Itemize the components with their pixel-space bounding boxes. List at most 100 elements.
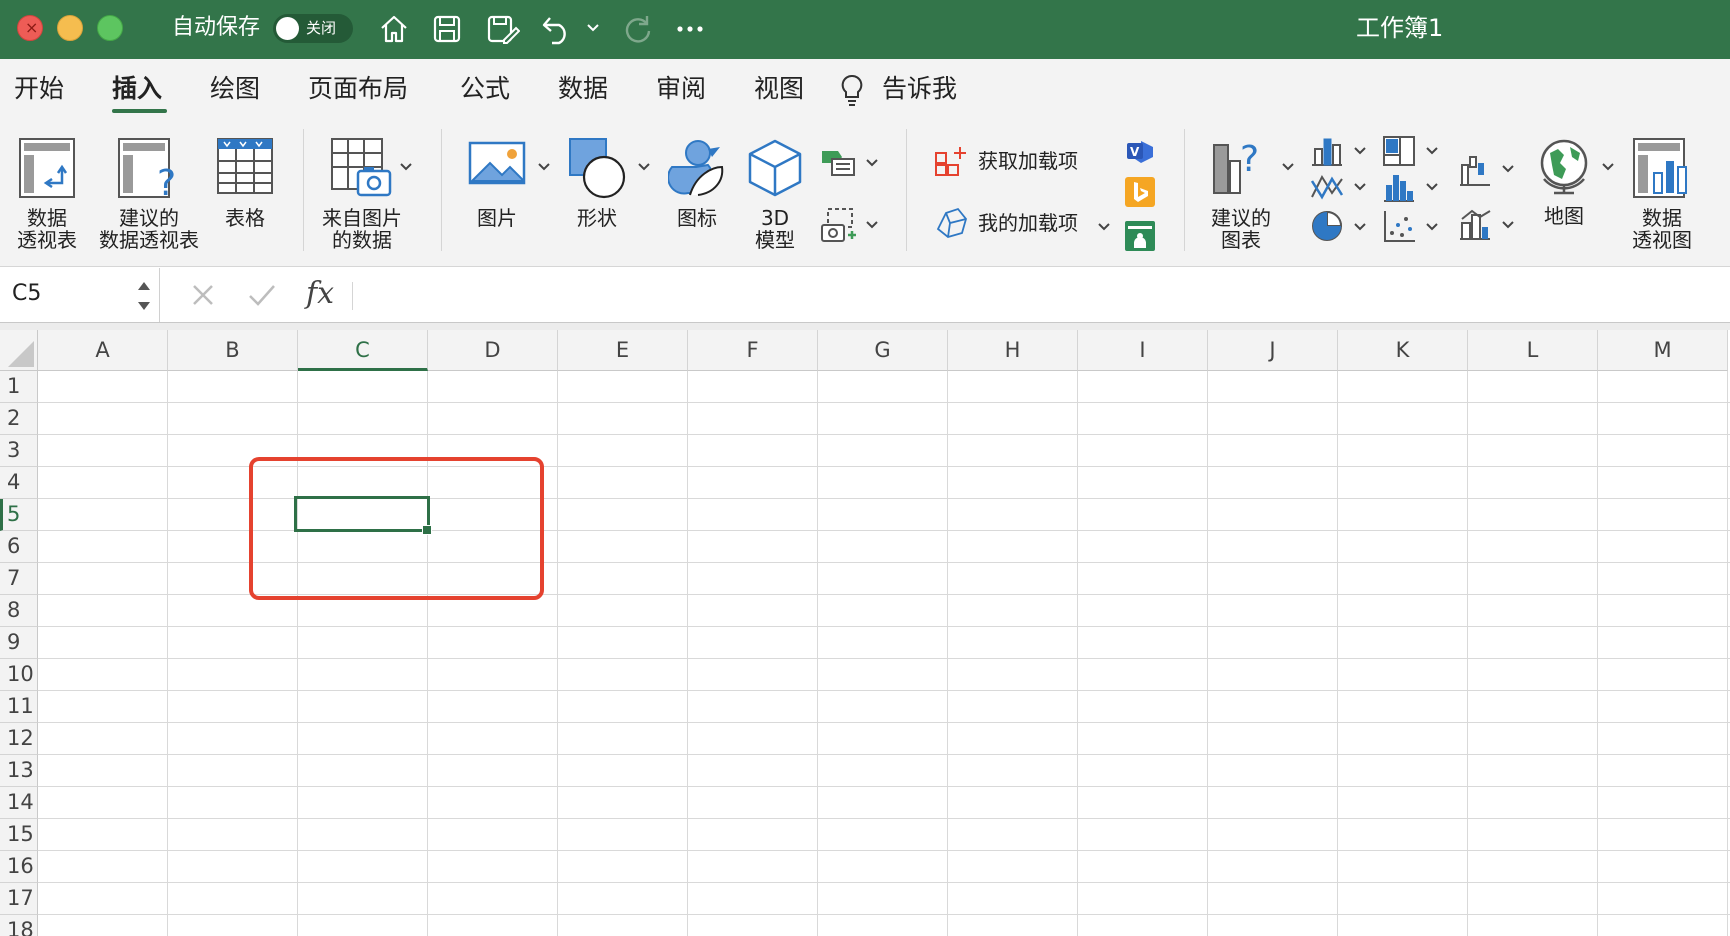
pivot-chart-button[interactable]: 数据 透视图: [1632, 137, 1692, 255]
icons-button[interactable]: 图标: [668, 137, 726, 255]
map-chevron-icon[interactable]: [1600, 159, 1616, 175]
undo-dropdown-chevron-icon[interactable]: [585, 20, 601, 36]
tab-formulas[interactable]: 公式: [460, 73, 510, 105]
tab-insert[interactable]: 插入: [112, 73, 162, 105]
pictures-chevron-icon[interactable]: [536, 159, 552, 175]
shapes-button[interactable]: 形状: [568, 137, 626, 255]
cell-area[interactable]: [38, 371, 1730, 936]
people-graph-button[interactable]: [1125, 221, 1155, 251]
pie-chart-chevron-icon[interactable]: [1352, 219, 1368, 235]
statistic-chart-chevron-icon[interactable]: [1424, 179, 1440, 195]
pivot-table-button[interactable]: 数据 透视表: [17, 137, 77, 255]
column-header-k[interactable]: K: [1338, 330, 1468, 371]
save-icon[interactable]: [430, 12, 464, 46]
row-header-13[interactable]: 13: [0, 755, 38, 787]
line-chart-button[interactable]: [1310, 171, 1344, 203]
column-header-d[interactable]: D: [428, 330, 558, 371]
column-chart-chevron-icon[interactable]: [1352, 143, 1368, 159]
pictures-button[interactable]: 图片: [468, 141, 526, 255]
row-header-18[interactable]: 18: [0, 915, 38, 936]
recommended-pivot-button[interactable]: ? 建议的 数据透视表: [99, 137, 199, 255]
recommended-charts-button[interactable]: ? 建议的 图表: [1210, 137, 1272, 255]
undo-icon[interactable]: [540, 12, 574, 46]
tab-data[interactable]: 数据: [558, 73, 608, 105]
hierarchy-chart-chevron-icon[interactable]: [1424, 143, 1440, 159]
row-header-1[interactable]: 1: [0, 371, 38, 403]
my-addins-button[interactable]: 我的加载项: [934, 207, 1109, 241]
3d-models-button[interactable]: 3D 模型: [746, 137, 804, 255]
column-chart-button[interactable]: [1310, 135, 1344, 167]
row-header-7[interactable]: 7: [0, 563, 38, 595]
screenshot-chevron-icon[interactable]: [864, 217, 880, 233]
tab-page-layout[interactable]: 页面布局: [308, 73, 408, 105]
column-header-h[interactable]: H: [948, 330, 1078, 371]
scatter-chart-chevron-icon[interactable]: [1424, 219, 1440, 235]
tab-home[interactable]: 开始: [14, 73, 64, 105]
select-all-button[interactable]: [0, 330, 38, 371]
row-header-10[interactable]: 10: [0, 659, 38, 691]
column-header-j[interactable]: J: [1208, 330, 1338, 371]
row-header-15[interactable]: 15: [0, 819, 38, 851]
row-header-3[interactable]: 3: [0, 435, 38, 467]
scatter-chart-button[interactable]: [1382, 209, 1416, 243]
tab-draw[interactable]: 绘图: [210, 73, 260, 105]
smartart-chevron-icon[interactable]: [864, 155, 880, 171]
shapes-chevron-icon[interactable]: [636, 159, 652, 175]
waterfall-chart-chevron-icon[interactable]: [1500, 161, 1516, 177]
confirm-entry-icon[interactable]: [246, 280, 278, 310]
bing-maps-button[interactable]: [1125, 177, 1155, 207]
map-chart-button[interactable]: 地图: [1536, 135, 1592, 255]
screenshot-button[interactable]: [820, 207, 856, 243]
insert-function-button[interactable]: fx: [306, 276, 334, 312]
get-addins-button[interactable]: 获取加载项: [934, 145, 1094, 179]
column-header-e[interactable]: E: [558, 330, 688, 371]
row-header-8[interactable]: 8: [0, 595, 38, 627]
row-header-16[interactable]: 16: [0, 851, 38, 883]
cancel-entry-icon[interactable]: [188, 280, 218, 310]
row-header-2[interactable]: 2: [0, 403, 38, 435]
row-header-6[interactable]: 6: [0, 531, 38, 563]
tell-me-search[interactable]: 告诉我: [882, 73, 957, 105]
more-icon[interactable]: [674, 14, 708, 44]
tab-review[interactable]: 审阅: [656, 73, 706, 105]
combo-chart-chevron-icon[interactable]: [1500, 217, 1516, 233]
row-header-9[interactable]: 9: [0, 627, 38, 659]
home-icon[interactable]: [377, 12, 411, 46]
from-picture-chevron-icon[interactable]: [398, 159, 414, 175]
redo-icon[interactable]: [620, 12, 654, 46]
column-header-f[interactable]: F: [688, 330, 818, 371]
smartart-button[interactable]: [820, 149, 856, 179]
close-window-button[interactable]: ×: [17, 15, 43, 41]
my-addins-chevron-icon[interactable]: [1096, 219, 1112, 235]
hierarchy-chart-button[interactable]: [1382, 135, 1416, 167]
visio-addin-button[interactable]: V: [1125, 137, 1155, 165]
column-header-b[interactable]: B: [168, 330, 298, 371]
column-header-c[interactable]: C: [298, 330, 428, 371]
lightbulb-icon[interactable]: [840, 73, 864, 107]
row-header-4[interactable]: 4: [0, 467, 38, 499]
waterfall-chart-button[interactable]: [1458, 153, 1492, 187]
row-header-11[interactable]: 11: [0, 691, 38, 723]
name-box-stepper-icon[interactable]: [136, 278, 152, 314]
column-header-a[interactable]: A: [38, 330, 168, 371]
combo-chart-button[interactable]: [1458, 207, 1492, 241]
statistic-chart-button[interactable]: [1382, 171, 1416, 203]
column-header-i[interactable]: I: [1078, 330, 1208, 371]
table-button[interactable]: 表格: [216, 137, 274, 255]
line-chart-chevron-icon[interactable]: [1352, 179, 1368, 195]
formula-input[interactable]: [362, 276, 1712, 314]
save-as-icon[interactable]: [484, 12, 520, 46]
maximize-window-button[interactable]: [97, 15, 123, 41]
data-from-picture-button[interactable]: 来自图片 的数据: [322, 137, 402, 255]
row-header-5[interactable]: 5: [0, 499, 38, 531]
minimize-window-button[interactable]: [57, 15, 83, 41]
row-header-14[interactable]: 14: [0, 787, 38, 819]
name-box[interactable]: C5: [0, 268, 160, 322]
row-header-17[interactable]: 17: [0, 883, 38, 915]
recommended-charts-chevron-icon[interactable]: [1280, 159, 1296, 175]
row-header-12[interactable]: 12: [0, 723, 38, 755]
tab-view[interactable]: 视图: [754, 73, 804, 105]
autosave-toggle[interactable]: 关闭: [273, 14, 353, 43]
column-header-g[interactable]: G: [818, 330, 948, 371]
column-header-m[interactable]: M: [1598, 330, 1728, 371]
